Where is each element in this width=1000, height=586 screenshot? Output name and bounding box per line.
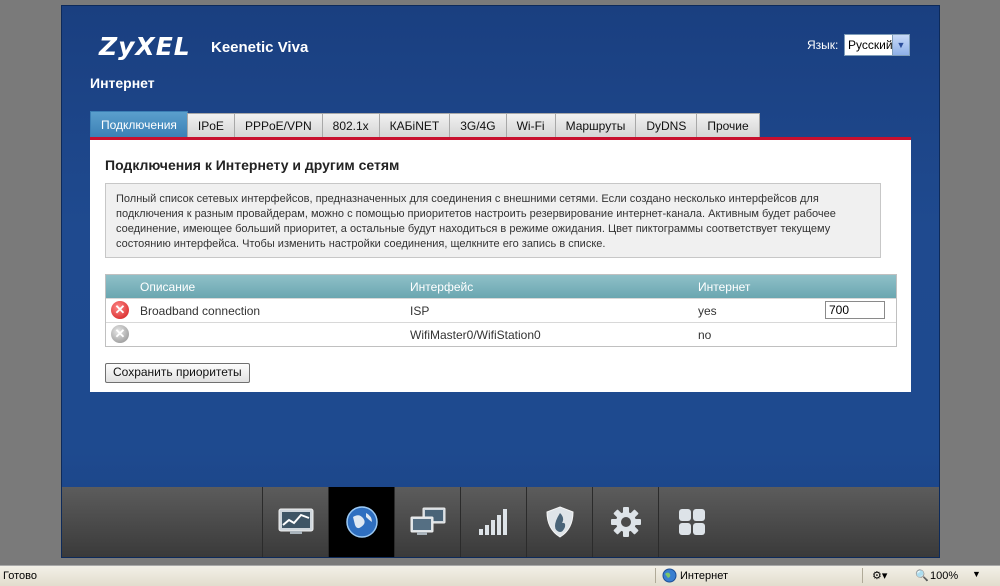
language-label: Язык: bbox=[807, 38, 839, 52]
shield-icon bbox=[545, 506, 574, 538]
status-separator bbox=[655, 568, 656, 583]
monitor-chart-icon bbox=[278, 508, 313, 534]
description-box: Полный список сетевых интерфейсов, предн… bbox=[105, 183, 881, 258]
tab-ipoe[interactable]: IPoE bbox=[186, 113, 235, 138]
tab-3g4g[interactable]: 3G/4G bbox=[449, 113, 507, 138]
tab-pppoe-vpn[interactable]: PPPoE/VPN bbox=[233, 113, 323, 138]
model-name: Keenetic Viva bbox=[211, 39, 309, 56]
priority-input[interactable]: 700 bbox=[825, 301, 885, 319]
nav-system[interactable] bbox=[592, 487, 658, 557]
status-error-icon: ✕ bbox=[111, 301, 129, 319]
bottom-nav bbox=[62, 487, 939, 557]
tab-routes[interactable]: Маршруты bbox=[554, 113, 637, 138]
gear-icon bbox=[610, 507, 641, 537]
protected-mode-icon[interactable]: ⚙▾ bbox=[872, 569, 887, 582]
language-value: Русский bbox=[848, 38, 893, 52]
status-disabled-icon: ✕ bbox=[111, 325, 129, 343]
zone-label: Интернет bbox=[680, 570, 728, 582]
grid-icon bbox=[678, 509, 705, 535]
nav-internet[interactable] bbox=[328, 487, 394, 557]
language-select[interactable]: Русский ▼ bbox=[844, 34, 910, 56]
row-interface: WifiMaster0/WifiStation0 bbox=[410, 328, 541, 342]
section-title: Подключения к Интернету и другим сетям bbox=[105, 157, 400, 173]
nav-security[interactable] bbox=[526, 487, 592, 557]
column-description: Описание bbox=[140, 280, 196, 294]
nav-wifi[interactable] bbox=[460, 487, 526, 557]
table-row[interactable]: ✕ WifiMaster0/WifiStation0 no bbox=[106, 322, 896, 346]
tab-other[interactable]: Прочие bbox=[696, 113, 760, 138]
chevron-down-icon[interactable]: ▼ bbox=[892, 35, 909, 55]
connections-table: Описание Интерфейс Интернет ✕ Broadband … bbox=[105, 274, 897, 347]
content-panel: Подключения к Интернету и другим сетям П… bbox=[90, 137, 911, 392]
brand-logo: ZyXEL bbox=[99, 32, 191, 61]
zoom-icon[interactable]: 🔍 bbox=[915, 569, 929, 582]
status-separator bbox=[862, 568, 863, 583]
signal-bars-icon bbox=[478, 509, 507, 535]
browser-status-bar: Готово Интернет ⚙▾ 🔍 100% ▼ bbox=[0, 565, 1000, 586]
row-interface: ISP bbox=[410, 304, 430, 318]
nav-monitor[interactable] bbox=[262, 487, 328, 557]
globe-icon bbox=[662, 568, 677, 583]
row-internet: yes bbox=[698, 304, 717, 318]
globe-icon bbox=[345, 506, 378, 538]
tab-8021x[interactable]: 802.1x bbox=[321, 113, 380, 138]
network-computers-icon bbox=[410, 507, 445, 535]
chevron-down-icon[interactable]: ▼ bbox=[972, 569, 981, 579]
column-internet: Интернет bbox=[698, 280, 751, 294]
status-text: Готово bbox=[3, 570, 37, 582]
router-admin-window: ZyXEL Keenetic Viva Язык: Русский ▼ Инте… bbox=[61, 5, 940, 558]
nav-home-network[interactable] bbox=[394, 487, 460, 557]
tab-wifi[interactable]: Wi-Fi bbox=[505, 113, 556, 138]
zoom-level[interactable]: 100% bbox=[930, 570, 958, 582]
tab-bar: Подключения IPoE PPPoE/VPN 802.1x КАБiNE… bbox=[90, 111, 760, 138]
row-internet: no bbox=[698, 328, 712, 342]
table-row[interactable]: ✕ Broadband connection ISP yes 700 bbox=[106, 298, 896, 322]
tab-dydns[interactable]: DyDNS bbox=[635, 113, 698, 138]
nav-apps[interactable] bbox=[658, 487, 724, 557]
column-interface: Интерфейс bbox=[410, 280, 474, 294]
page-title: Интернет bbox=[90, 75, 155, 91]
row-description: Broadband connection bbox=[140, 304, 261, 318]
table-header: Описание Интерфейс Интернет bbox=[106, 275, 896, 298]
tab-kabinet[interactable]: КАБiNET bbox=[378, 113, 451, 138]
save-priorities-button[interactable]: Сохранить приоритеты bbox=[105, 363, 250, 383]
tab-connections[interactable]: Подключения bbox=[90, 111, 188, 138]
